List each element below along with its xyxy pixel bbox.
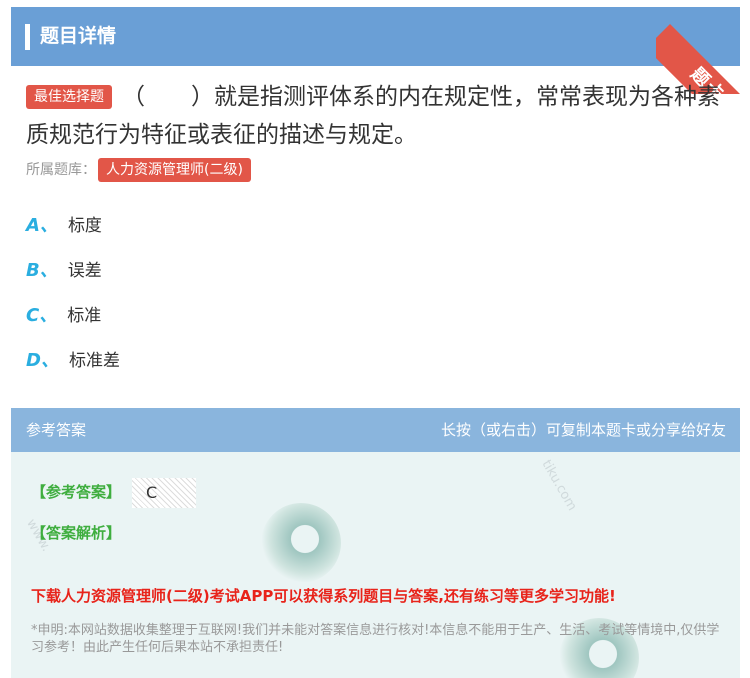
- answer-section-title: 参考答案: [26, 421, 87, 439]
- title-bar: 题目详情: [11, 7, 740, 66]
- title-accent-bar: [25, 24, 30, 50]
- option-c[interactable]: C、 标准: [26, 301, 101, 331]
- page-title: 题目详情: [40, 25, 117, 47]
- option-letter: D、: [26, 350, 59, 371]
- analysis-label: 【答案解析】: [31, 524, 122, 542]
- option-text: 标度: [67, 216, 102, 236]
- question-text: （ ）就是指测评体系的内在规定性，常常表现为各种素质规范行为特征或表征的描述与规…: [26, 84, 720, 148]
- option-letter: A、: [26, 215, 58, 236]
- option-text: 标准差: [68, 351, 120, 371]
- option-a[interactable]: A、 标度: [26, 211, 102, 241]
- option-letter: B、: [26, 260, 58, 281]
- answer-label: 【参考答案】: [31, 483, 122, 501]
- disclaimer-text: *申明:本网站数据收集整理于互联网!我们并未能对答案信息进行核对!本信息不能用于…: [31, 623, 720, 655]
- question-type-tag: 最佳选择题: [26, 85, 112, 109]
- question-stem: 最佳选择题（ ）就是指测评体系的内在规定性，常常表现为各种素质规范行为特征或表征…: [26, 78, 726, 154]
- watermark-swirl-icon: [261, 503, 341, 583]
- question-bank-row: 所属题库： 人力资源管理师(二级): [26, 157, 261, 183]
- share-hint: 长按（或右击）可复制本题卡或分享给好友: [440, 421, 726, 439]
- option-b[interactable]: B、 误差: [26, 256, 102, 286]
- option-text: 误差: [67, 261, 102, 281]
- option-d[interactable]: D、 标准差: [26, 346, 120, 376]
- answer-panel: 参考答案 长按（或右击）可复制本题卡或分享给好友 tiku.com www. 【…: [11, 408, 740, 678]
- option-letter: C、: [26, 305, 58, 326]
- bank-label: 所属题库：: [26, 162, 96, 178]
- app-promo-link[interactable]: 下载人力资源管理师(二级)考试APP可以获得系列题目与答案,还有练习等更多学习功…: [31, 585, 616, 606]
- option-text: 标准: [67, 306, 102, 326]
- answer-header: 参考答案 长按（或右击）可复制本题卡或分享给好友: [11, 408, 740, 452]
- bank-name-tag[interactable]: 人力资源管理师(二级): [98, 158, 251, 182]
- watermark-text: tiku.com: [538, 457, 580, 514]
- answer-value: C: [132, 478, 196, 508]
